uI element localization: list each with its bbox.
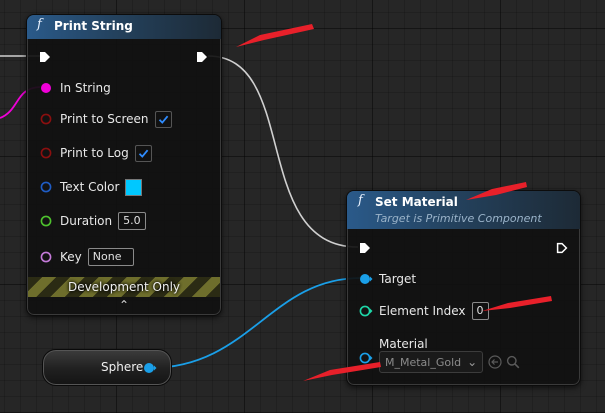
checkmark-icon xyxy=(158,115,168,124)
element-index-label: Element Index xyxy=(379,304,466,318)
element-index-row: Element Index 0 xyxy=(359,301,489,321)
exec-in-pin-icon[interactable] xyxy=(39,51,51,63)
object-pin-icon[interactable] xyxy=(359,352,373,364)
element-index-input[interactable]: 0 xyxy=(471,302,489,320)
duration-label: Duration xyxy=(60,214,113,228)
set-material-node[interactable]: f Set Material Target is Primitive Compo… xyxy=(346,190,581,386)
text-color-swatch[interactable] xyxy=(125,178,143,196)
name-pin-icon[interactable] xyxy=(40,251,52,263)
bool-pin-icon[interactable] xyxy=(40,147,52,159)
key-row: Key None xyxy=(40,247,135,267)
set-material-header[interactable]: f Set Material Target is Primitive Compo… xyxy=(347,191,580,229)
duration-row: Duration 5.0 xyxy=(40,211,146,231)
int-pin-icon[interactable] xyxy=(359,305,373,317)
object-pin-icon[interactable] xyxy=(143,362,157,374)
print-to-log-row: Print to Log xyxy=(40,143,152,163)
duration-input[interactable]: 5.0 xyxy=(118,212,146,230)
browse-arrow-icon[interactable] xyxy=(488,355,502,369)
material-dropdown[interactable]: M_Metal_Gold ⌄ xyxy=(379,351,484,373)
exec-out-pin-icon[interactable] xyxy=(556,242,568,254)
exec-wire-print-to-set-material xyxy=(207,55,359,248)
material-label: Material xyxy=(379,337,428,351)
function-icon: f xyxy=(358,193,363,208)
development-only-banner: Development Only xyxy=(28,277,220,297)
function-icon: f xyxy=(37,17,42,32)
development-only-label: Development Only xyxy=(67,280,181,294)
set-material-title: Set Material xyxy=(375,195,458,209)
set-material-subtitle: Target is Primitive Component xyxy=(375,212,542,225)
target-row: Target xyxy=(359,269,416,289)
sphere-label: Sphere xyxy=(101,360,144,374)
print-to-screen-label: Print to Screen xyxy=(60,112,149,126)
print-to-log-label: Print to Log xyxy=(60,146,129,160)
print-string-node[interactable]: f Print String In String Print to Screen… xyxy=(26,14,222,316)
text-color-row: Text Color xyxy=(40,177,143,197)
print-string-header[interactable]: f Print String xyxy=(27,15,221,39)
print-to-screen-row: Print to Screen xyxy=(40,109,172,129)
in-string-row: In String xyxy=(40,78,111,98)
print-to-log-checkbox[interactable] xyxy=(134,144,152,162)
checkmark-icon xyxy=(138,149,149,158)
key-input[interactable]: None xyxy=(87,248,135,266)
print-to-screen-checkbox[interactable] xyxy=(154,110,172,128)
target-label: Target xyxy=(379,272,417,286)
exec-in-pin-icon[interactable] xyxy=(359,242,371,254)
float-pin-icon[interactable] xyxy=(40,215,52,227)
print-string-title: Print String xyxy=(54,19,133,33)
dropdown-chevron-icon: ⌄ xyxy=(467,355,478,369)
expand-chevron-icon[interactable]: ⌃ xyxy=(119,298,129,312)
sphere-variable-node[interactable]: Sphere xyxy=(42,349,172,386)
string-pin-icon[interactable] xyxy=(40,82,52,94)
in-string-label: In String xyxy=(60,81,111,95)
struct-pin-icon[interactable] xyxy=(40,181,52,193)
search-icon[interactable] xyxy=(506,355,520,369)
key-label: Key xyxy=(60,250,82,264)
object-pin-icon[interactable] xyxy=(359,273,373,285)
bool-pin-icon[interactable] xyxy=(40,113,52,125)
text-color-label: Text Color xyxy=(60,180,120,194)
exec-out-pin-icon[interactable] xyxy=(196,51,208,63)
material-value: M_Metal_Gold xyxy=(385,355,462,369)
